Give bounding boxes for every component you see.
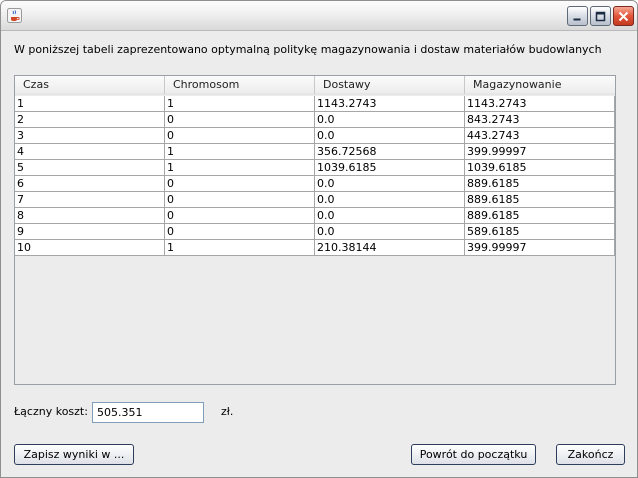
java-coffee-cup-icon: [7, 8, 22, 23]
cell-czas[interactable]: 10: [15, 240, 165, 256]
table-row[interactable]: 8 0 0.0 889.6185: [15, 208, 615, 224]
cell-czas[interactable]: 9: [15, 224, 165, 240]
app-window: W poniższej tabeli zaprezentowano optyma…: [0, 0, 638, 478]
cell-czas[interactable]: 2: [15, 112, 165, 128]
cell-czas[interactable]: 4: [15, 144, 165, 160]
cell-chromosom[interactable]: 0: [165, 176, 315, 192]
cell-dostawy[interactable]: 0.0: [315, 176, 465, 192]
cell-czas[interactable]: 6: [15, 176, 165, 192]
cell-dostawy[interactable]: 0.0: [315, 192, 465, 208]
cell-dostawy[interactable]: 0.0: [315, 208, 465, 224]
cell-czas[interactable]: 7: [15, 192, 165, 208]
cell-chromosom[interactable]: 0: [165, 128, 315, 144]
save-results-button[interactable]: Zapisz wyniki w ...: [14, 444, 134, 465]
table-row[interactable]: 2 0 0.0 843.2743: [15, 112, 615, 128]
cell-magazynowanie[interactable]: 399.99997: [465, 144, 615, 160]
cell-chromosom[interactable]: 0: [165, 224, 315, 240]
table-row[interactable]: 4 1 356.72568 399.99997: [15, 144, 615, 160]
cell-dostawy[interactable]: 1039.6185: [315, 160, 465, 176]
table-row[interactable]: 5 1 1039.6185 1039.6185: [15, 160, 615, 176]
title-bar[interactable]: [1, 1, 637, 31]
minimize-icon: [573, 18, 581, 20]
column-header-dostawy[interactable]: Dostawy: [315, 76, 465, 95]
cell-magazynowanie[interactable]: 589.6185: [465, 224, 615, 240]
table-row[interactable]: 7 0 0.0 889.6185: [15, 192, 615, 208]
cell-dostawy[interactable]: 1143.2743: [315, 96, 465, 112]
total-cost-label: Łączny koszt:: [14, 405, 88, 418]
cell-czas[interactable]: 1: [15, 96, 165, 112]
cell-chromosom[interactable]: 1: [165, 160, 315, 176]
exit-button[interactable]: Zakończ: [556, 444, 625, 465]
cell-chromosom[interactable]: 1: [165, 144, 315, 160]
cell-chromosom[interactable]: 1: [165, 240, 315, 256]
back-to-start-button[interactable]: Powrót do początku: [411, 444, 536, 465]
currency-label: zł.: [221, 405, 234, 418]
cell-magazynowanie[interactable]: 443.2743: [465, 128, 615, 144]
minimize-button[interactable]: [567, 6, 588, 26]
cell-magazynowanie[interactable]: 399.99997: [465, 240, 615, 256]
total-cost-field[interactable]: [92, 402, 204, 423]
cell-dostawy[interactable]: 0.0: [315, 128, 465, 144]
close-icon: [618, 11, 629, 21]
cell-dostawy[interactable]: 356.72568: [315, 144, 465, 160]
table-row[interactable]: 1 1 1143.2743 1143.2743: [15, 96, 615, 112]
cell-chromosom[interactable]: 1: [165, 96, 315, 112]
cell-chromosom[interactable]: 0: [165, 192, 315, 208]
close-button[interactable]: [613, 6, 634, 26]
table-body: 1 1 1143.2743 1143.2743 2 0 0.0 843.2743…: [15, 96, 615, 256]
cell-chromosom[interactable]: 0: [165, 112, 315, 128]
table-header: Czas Chromosom Dostawy Magazynowanie: [15, 76, 615, 95]
cell-chromosom[interactable]: 0: [165, 208, 315, 224]
table-row[interactable]: 10 1 210.38144 399.99997: [15, 240, 615, 256]
table-row[interactable]: 9 0 0.0 589.6185: [15, 224, 615, 240]
cell-magazynowanie[interactable]: 843.2743: [465, 112, 615, 128]
cell-czas[interactable]: 8: [15, 208, 165, 224]
maximize-button[interactable]: [590, 6, 611, 26]
description-heading: W poniższej tabeli zaprezentowano optyma…: [14, 43, 602, 56]
cell-magazynowanie[interactable]: 889.6185: [465, 208, 615, 224]
column-header-czas[interactable]: Czas: [15, 76, 165, 95]
cell-magazynowanie[interactable]: 889.6185: [465, 192, 615, 208]
column-header-chromosom[interactable]: Chromosom: [165, 76, 315, 95]
cell-czas[interactable]: 3: [15, 128, 165, 144]
cell-magazynowanie[interactable]: 1143.2743: [465, 96, 615, 112]
cell-dostawy[interactable]: 0.0: [315, 224, 465, 240]
cell-czas[interactable]: 5: [15, 160, 165, 176]
results-table[interactable]: Czas Chromosom Dostawy Magazynowanie 1 1…: [14, 75, 616, 385]
column-header-magazynowanie[interactable]: Magazynowanie: [465, 76, 615, 95]
maximize-icon: [595, 11, 606, 21]
cell-magazynowanie[interactable]: 1039.6185: [465, 160, 615, 176]
cell-dostawy[interactable]: 0.0: [315, 112, 465, 128]
cell-dostawy[interactable]: 210.38144: [315, 240, 465, 256]
cell-magazynowanie[interactable]: 889.6185: [465, 176, 615, 192]
table-row[interactable]: 3 0 0.0 443.2743: [15, 128, 615, 144]
table-row[interactable]: 6 0 0.0 889.6185: [15, 176, 615, 192]
